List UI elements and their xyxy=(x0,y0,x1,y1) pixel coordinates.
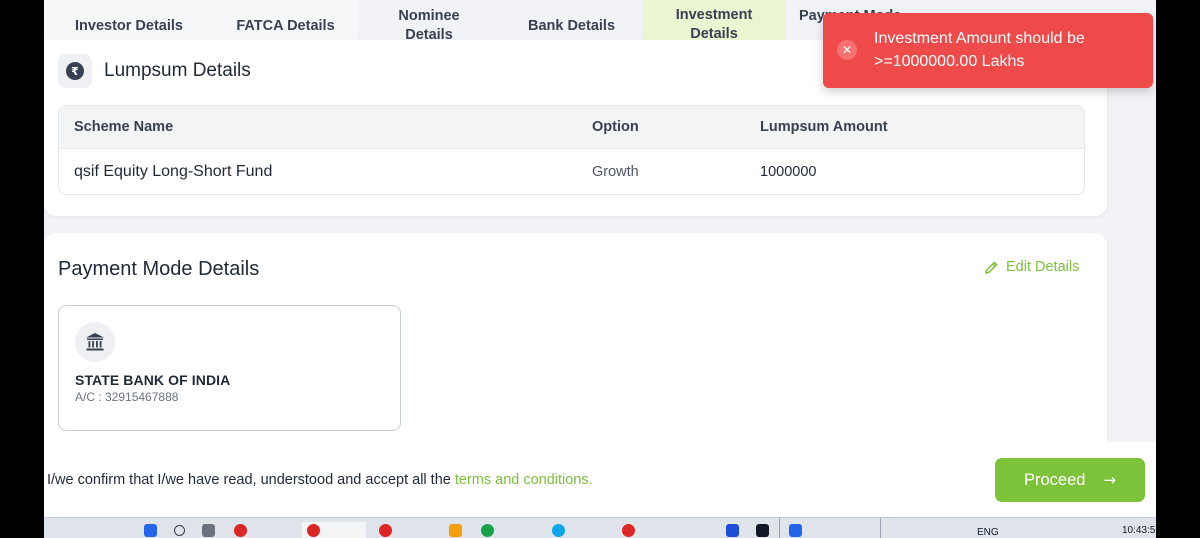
tab-label: Investor Details xyxy=(75,17,183,34)
browser-app-icon[interactable] xyxy=(552,522,570,538)
taskbar-divider xyxy=(779,518,780,538)
chrome-app-icon[interactable] xyxy=(481,522,499,538)
close-icon[interactable]: ✕ xyxy=(837,40,857,60)
confirm-text: I/we confirm that I/we have read, unders… xyxy=(47,472,455,488)
arrow-right-icon: → xyxy=(1103,471,1117,489)
x-app-icon[interactable] xyxy=(756,522,774,538)
rupee-icon: ₹ xyxy=(58,54,92,88)
account-number: A/C : 32915467888 xyxy=(75,390,179,404)
error-toast: ✕ Investment Amount should be >=1000000.… xyxy=(823,13,1153,88)
language-indicator[interactable]: ENG xyxy=(977,527,999,538)
chrome-app-icon[interactable] xyxy=(379,522,397,538)
amount-cell: 1000000 xyxy=(760,163,817,180)
footer-bar: I/we confirm that I/we have read, unders… xyxy=(44,442,1156,517)
windows-taskbar: ENG 10:43:5 xyxy=(44,517,1156,538)
bank-account-card[interactable]: STATE BANK OF INDIA A/C : 32915467888 xyxy=(58,305,401,431)
edit-details-label: Edit Details xyxy=(1006,259,1080,275)
col-scheme-name: Scheme Name xyxy=(74,119,174,135)
folder-app-icon[interactable] xyxy=(449,522,467,538)
opera-app-icon[interactable] xyxy=(622,522,640,538)
col-option: Option xyxy=(592,119,639,135)
clock[interactable]: 10:43:5 xyxy=(1122,525,1155,536)
col-lumpsum-amount: Lumpsum Amount xyxy=(760,119,888,135)
bank-icon xyxy=(75,322,115,362)
word-app-icon[interactable] xyxy=(789,522,807,538)
lumpsum-table: Scheme Name Option Lumpsum Amount qsif E… xyxy=(58,105,1085,195)
payment-mode-title: Payment Mode Details xyxy=(58,258,260,280)
tab-label: Bank Details xyxy=(527,17,616,34)
taskview-icon[interactable] xyxy=(202,522,220,538)
lumpsum-title: Lumpsum Details xyxy=(104,60,251,81)
pencil-icon xyxy=(985,261,998,274)
search-icon[interactable] xyxy=(174,522,190,538)
proceed-button[interactable]: Proceed → xyxy=(995,458,1145,502)
table-header: Scheme Name Option Lumpsum Amount xyxy=(59,106,1084,149)
start-icon[interactable] xyxy=(144,522,162,538)
confirm-statement: I/we confirm that I/we have read, unders… xyxy=(47,472,593,488)
tab-label: FATCA Details xyxy=(236,17,335,34)
scheme-name-cell: qsif Equity Long-Short Fund xyxy=(74,162,273,180)
outlook-app-icon[interactable] xyxy=(726,522,744,538)
chrome-app-icon-active[interactable] xyxy=(302,522,366,538)
proceed-label: Proceed xyxy=(1023,470,1086,489)
lumpsum-header: ₹ Lumpsum Details xyxy=(58,54,251,88)
edit-details-link[interactable]: Edit Details xyxy=(984,259,1079,275)
terms-link[interactable]: terms and conditions. xyxy=(455,472,593,488)
tab-label: Investment Details xyxy=(675,7,753,42)
taskbar-divider xyxy=(880,518,881,538)
option-cell: Growth xyxy=(592,163,639,180)
chrome-app-icon[interactable] xyxy=(234,522,252,538)
toast-message: Investment Amount should be >=1000000.00… xyxy=(874,30,1085,70)
bank-name: STATE BANK OF INDIA xyxy=(75,372,231,388)
table-row: qsif Equity Long-Short Fund Growth 10000… xyxy=(59,149,1084,194)
